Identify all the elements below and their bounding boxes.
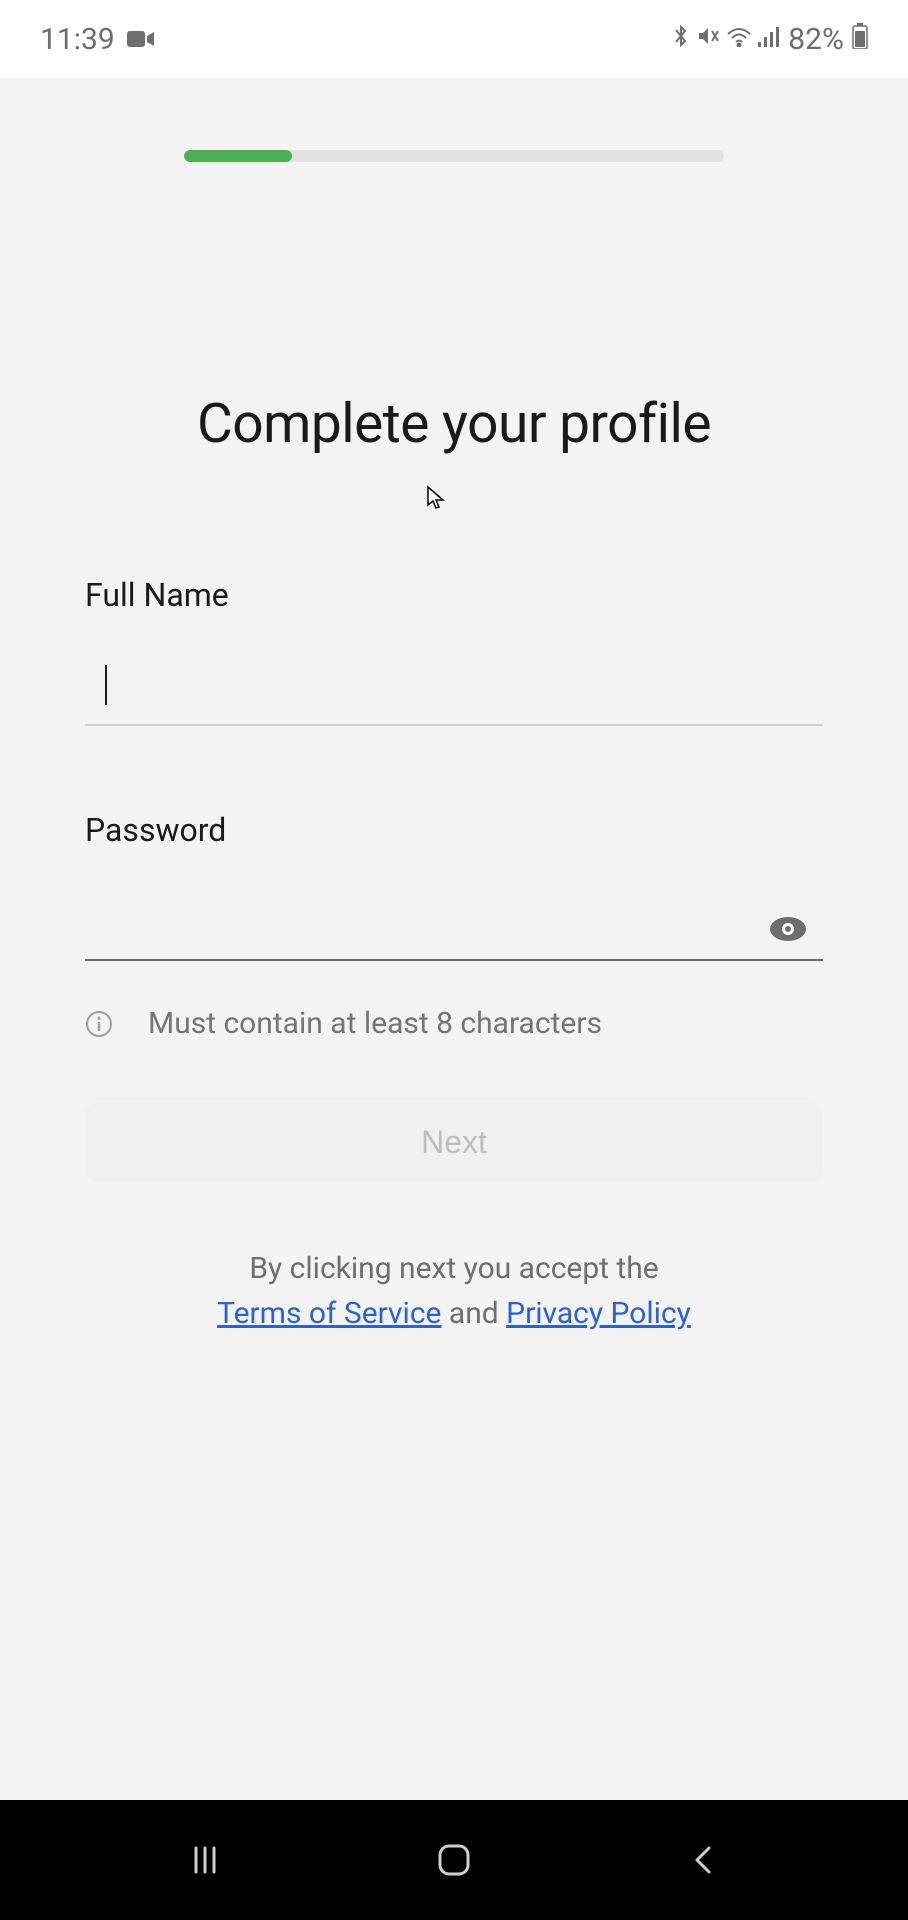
video-recording-icon xyxy=(127,22,155,57)
home-button[interactable] xyxy=(394,1830,514,1890)
progress-bar xyxy=(184,150,724,162)
password-hint: Must contain at least 8 characters xyxy=(85,1006,823,1041)
show-password-icon[interactable] xyxy=(768,915,808,943)
legal-prefix: By clicking next you accept the xyxy=(249,1251,658,1286)
legal-connector: and xyxy=(441,1296,506,1331)
info-icon xyxy=(85,1010,113,1038)
back-button[interactable] xyxy=(643,1830,763,1890)
status-time: 11:39 xyxy=(40,22,115,57)
password-section: Password xyxy=(85,811,823,1041)
battery-percent: 82% xyxy=(788,22,844,57)
battery-icon xyxy=(852,22,868,57)
status-bar: 11:39 xyxy=(0,0,908,78)
status-bar-left: 11:39 xyxy=(40,22,155,57)
password-input[interactable] xyxy=(85,884,823,961)
terms-of-service-link[interactable]: Terms of Service xyxy=(217,1296,441,1331)
bluetooth-icon xyxy=(672,23,690,56)
legal-text: By clicking next you accept the Terms of… xyxy=(85,1246,823,1336)
navigation-bar xyxy=(0,1800,908,1920)
privacy-policy-link[interactable]: Privacy Policy xyxy=(506,1296,691,1331)
form-section: Full Name Password xyxy=(85,576,823,1336)
password-hint-text: Must contain at least 8 characters xyxy=(148,1006,602,1041)
progress-container xyxy=(85,78,823,162)
full-name-input[interactable] xyxy=(85,649,823,726)
mute-icon xyxy=(696,24,720,55)
next-button[interactable]: Next xyxy=(85,1103,823,1181)
progress-fill xyxy=(184,150,292,162)
signal-icon xyxy=(758,24,780,54)
password-label: Password xyxy=(85,811,823,849)
page-title: Complete your profile xyxy=(85,392,823,456)
full-name-section: Full Name xyxy=(85,576,823,726)
status-bar-right: 82% xyxy=(672,22,868,57)
status-icons xyxy=(672,23,780,56)
recent-apps-button[interactable] xyxy=(145,1830,265,1890)
wifi-icon xyxy=(726,24,752,54)
content-area: Complete your profile Full Name Password xyxy=(0,78,908,1800)
text-cursor xyxy=(105,665,107,705)
full-name-label: Full Name xyxy=(85,576,823,614)
